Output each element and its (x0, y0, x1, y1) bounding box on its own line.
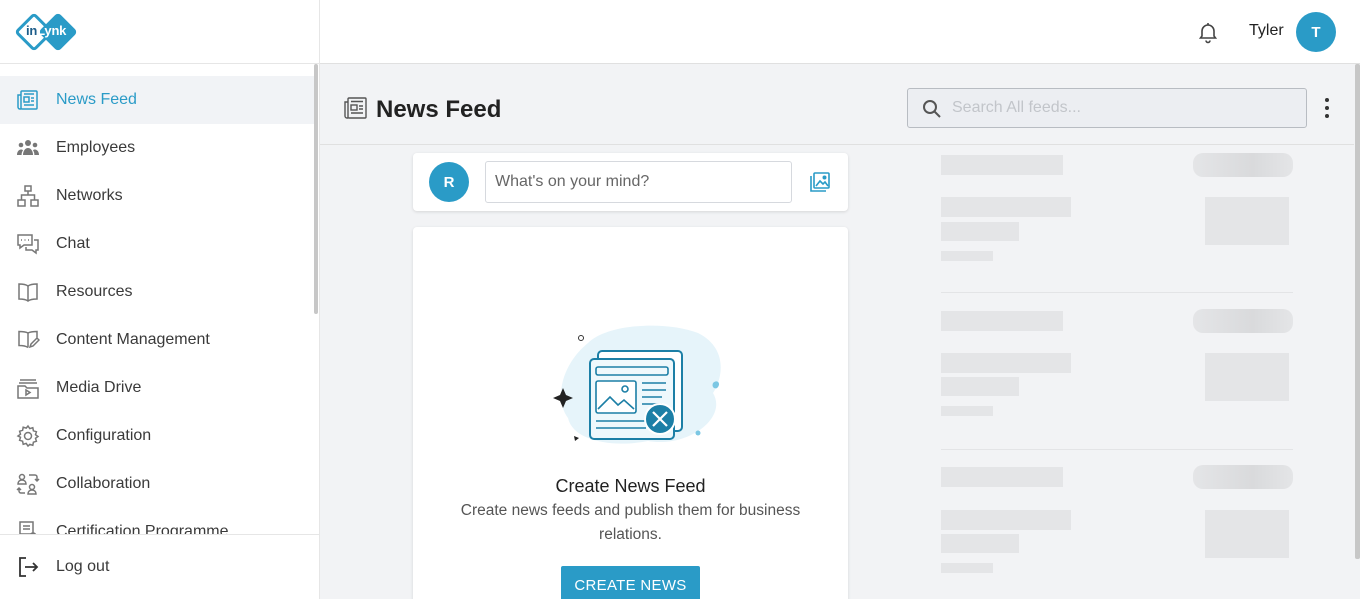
skeleton-thumb (1205, 353, 1289, 401)
sidebar-item-resources[interactable]: Resources (0, 268, 314, 316)
skeleton-bar (941, 377, 1019, 396)
empty-state-description: Create news feeds and publish them for b… (460, 502, 801, 543)
sidebar-item-label: Employees (56, 139, 136, 156)
sidebar-item-content-management[interactable]: Content Management (0, 316, 314, 364)
skeleton-bar (941, 563, 993, 573)
main-scrollbar[interactable] (1354, 64, 1360, 599)
collaboration-icon (16, 472, 40, 496)
logo-text-left: in (26, 22, 38, 38)
logo-text-right: Lynk (37, 22, 67, 38)
sidebar-item-collaboration[interactable]: Collaboration (0, 460, 314, 508)
skeleton-thumb (1205, 510, 1289, 558)
skeleton-divider (941, 449, 1293, 450)
newspaper-icon (343, 96, 369, 120)
sidebar-scrollbar[interactable] (314, 64, 318, 314)
skeleton-bar (941, 510, 1071, 530)
gear-icon (16, 424, 40, 448)
skeleton-bar (941, 251, 993, 261)
main-scrollbar-thumb[interactable] (1355, 64, 1360, 559)
skeleton-bar (941, 353, 1071, 373)
sidebar-item-label: Chat (56, 235, 90, 252)
search-box (907, 88, 1307, 128)
username[interactable]: Tyler (1249, 22, 1284, 40)
sidebar-item-label: Certification Programme (56, 523, 229, 534)
skeleton-pill (1193, 465, 1293, 489)
sidebar-item-chat[interactable]: Chat (0, 220, 314, 268)
skeleton-divider (941, 292, 1293, 293)
page-title: News Feed (376, 96, 502, 123)
empty-state-title: Create News Feed (555, 476, 706, 496)
news-feed-illustration (553, 325, 721, 444)
image-upload-icon[interactable] (809, 171, 831, 193)
sidebar-item-label: Content Management (56, 331, 210, 348)
media-folder-icon (16, 376, 40, 400)
composer-avatar: R (429, 162, 469, 202)
kebab-dot (1325, 98, 1329, 102)
bell-icon[interactable] (1196, 20, 1220, 44)
people-icon (16, 136, 40, 160)
skeleton-bar (941, 197, 1071, 217)
skeleton-pill (1193, 309, 1293, 333)
sidebar-item-networks[interactable]: Networks (0, 172, 314, 220)
logout-icon (16, 555, 40, 579)
user-avatar[interactable]: T (1296, 12, 1336, 52)
skeleton-bar (941, 222, 1019, 241)
skeleton-thumb (1205, 197, 1289, 245)
book-edit-icon (16, 328, 40, 352)
sidebar-item-label: Collaboration (56, 475, 151, 492)
newspaper-icon (16, 88, 40, 112)
top-header: Tyler T (320, 0, 1360, 64)
main-content: News Feed R (320, 64, 1354, 599)
sidebar-item-certification-programme[interactable]: Certification Programme (0, 508, 314, 534)
sidebar-item-news-feed[interactable]: News Feed (0, 76, 314, 124)
empty-state-card: Create News Feed Create news feeds and p… (413, 227, 848, 599)
sidebar-item-media-drive[interactable]: Media Drive (0, 364, 314, 412)
page-header: News Feed (320, 64, 1354, 145)
sidebar: inLynk News Feed Employees Networks Chat… (0, 0, 320, 599)
skeleton-bar (941, 311, 1063, 331)
inlynk-logo[interactable]: inLynk (14, 11, 84, 52)
search-input[interactable] (952, 89, 1292, 127)
sidebar-item-label: News Feed (56, 91, 137, 108)
sidebar-item-employees[interactable]: Employees (0, 124, 314, 172)
more-options-icon[interactable] (1320, 98, 1334, 118)
sidebar-nav: News Feed Employees Networks Chat Resour… (0, 76, 314, 534)
skeleton-pill (1193, 153, 1293, 177)
logo-text: inLynk (26, 23, 66, 38)
app-root: inLynk News Feed Employees Networks Chat… (0, 0, 1360, 599)
skeleton-bar (941, 467, 1063, 487)
certificate-icon (16, 520, 40, 534)
chat-icon (16, 232, 40, 256)
logout-label: Log out (56, 558, 110, 575)
sidebar-item-configuration[interactable]: Configuration (0, 412, 314, 460)
skeleton-bar (941, 406, 993, 416)
book-icon (16, 280, 40, 304)
kebab-dot (1325, 106, 1329, 110)
sidebar-item-label: Media Drive (56, 379, 142, 396)
skeleton-bar (941, 534, 1019, 553)
kebab-dot (1325, 114, 1329, 118)
post-input[interactable] (485, 161, 792, 203)
create-news-button[interactable]: CREATE NEWS (561, 566, 700, 599)
sidebar-item-label: Networks (56, 187, 123, 204)
post-composer: R (413, 153, 848, 211)
logout-button[interactable]: Log out (0, 534, 319, 599)
sidebar-item-label: Configuration (56, 427, 152, 444)
sidebar-item-label: Resources (56, 283, 133, 300)
network-icon (16, 184, 40, 208)
search-icon (922, 99, 942, 119)
logo-area: inLynk (0, 0, 319, 64)
skeleton-bar (941, 155, 1063, 175)
